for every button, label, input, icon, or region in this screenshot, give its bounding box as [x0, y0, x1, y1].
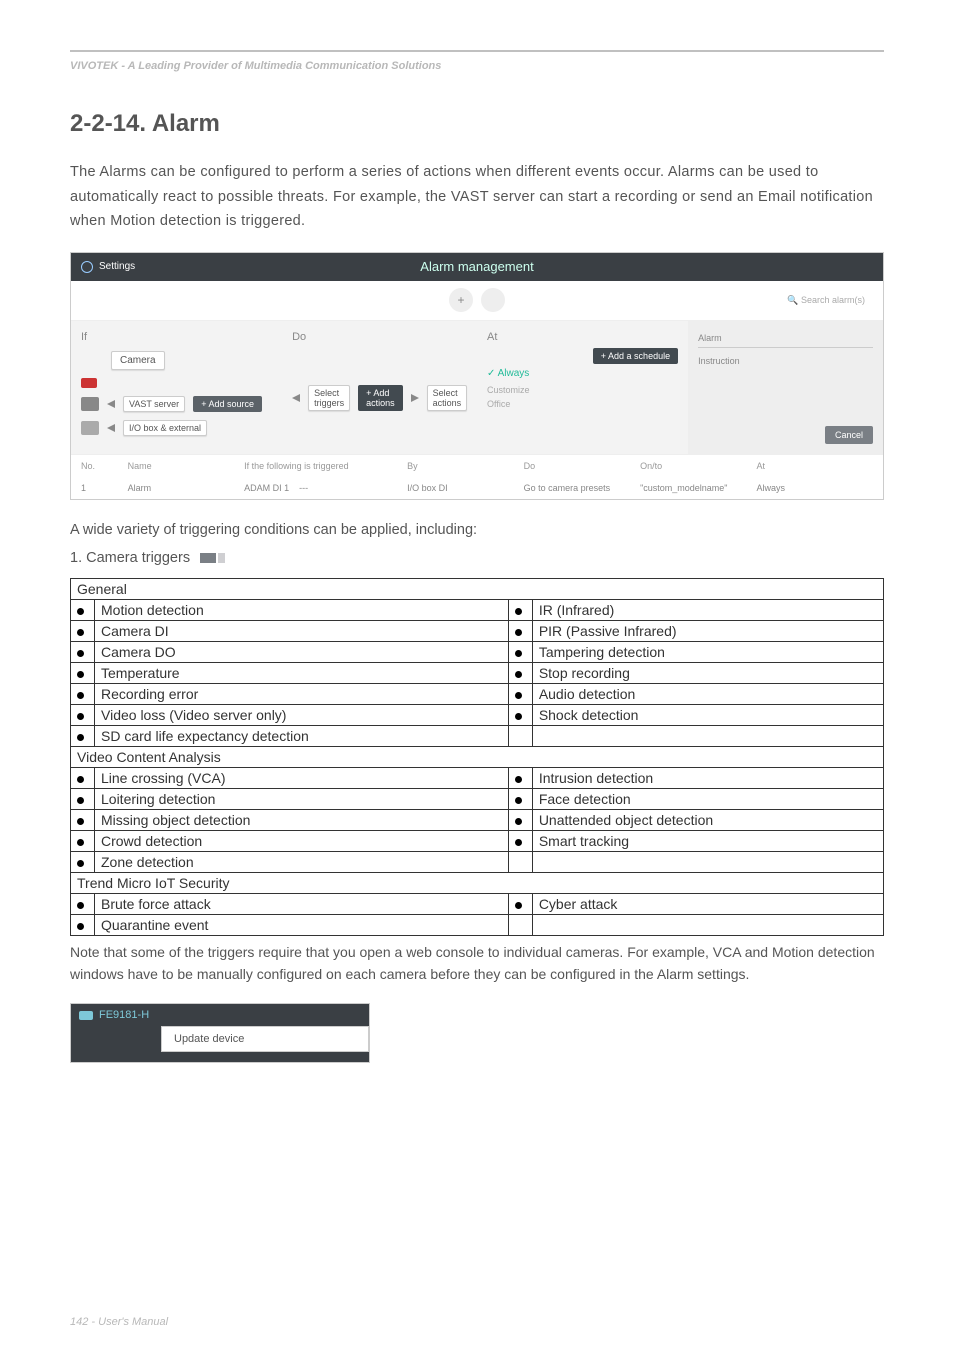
table-header-row: No. Name If the following is triggered B… [71, 455, 883, 477]
camera-callout: Camera [111, 351, 165, 370]
cancel-button[interactable]: Cancel [825, 426, 873, 444]
camera-icon [200, 551, 228, 565]
settings-label: Settings [99, 261, 135, 272]
alarm-management-screenshot: Settings Alarm management + 🔍 Search ala… [70, 252, 884, 500]
table-row: Camera DOTampering detection [71, 641, 884, 662]
subheading: A wide variety of triggering conditions … [70, 522, 884, 538]
add-source-button[interactable]: + Add source [193, 396, 262, 412]
arrow-icon [292, 394, 300, 402]
table-row: Zone detection [71, 851, 884, 872]
section-title: 2-2-14. Alarm [70, 110, 884, 138]
table-row: Recording errorAudio detection [71, 683, 884, 704]
iobox-icon[interactable] [81, 421, 99, 435]
triggers-table: General Motion detectionIR (Infrared)Cam… [70, 578, 884, 936]
select-triggers-callout: Select triggers [308, 385, 350, 411]
office-option[interactable]: Office [487, 399, 678, 409]
add-schedule-button[interactable]: + Add a schedule [593, 348, 678, 364]
iobox-callout: I/O box & external [123, 420, 207, 436]
always-option[interactable]: ✓ Always [487, 368, 678, 379]
if-column-header: If [81, 331, 272, 343]
arrow-icon [107, 424, 115, 432]
add-alarm-icon[interactable]: + [449, 288, 473, 312]
group-general: General [71, 578, 884, 599]
import-icon[interactable] [481, 288, 505, 312]
table-row: Crowd detectionSmart tracking [71, 830, 884, 851]
group-vca: Video Content Analysis [71, 746, 884, 767]
select-actions-callout: Select actions [427, 385, 468, 411]
arrow-icon [411, 394, 419, 402]
table-row: SD card life expectancy detection [71, 725, 884, 746]
table-row: Quarantine event [71, 914, 884, 935]
table-row: Video loss (Video server only)Shock dete… [71, 704, 884, 725]
search-input[interactable]: 🔍 Search alarm(s) [787, 295, 865, 306]
header-band: VIVOTEK - A Leading Provider of Multimed… [70, 52, 884, 92]
page-footer: 142 - User's Manual [70, 1316, 168, 1328]
alarm-label: Alarm [698, 331, 873, 345]
arrow-icon [107, 400, 115, 408]
customize-option[interactable]: Customize [487, 385, 678, 395]
screenshot-title: Alarm management [420, 259, 533, 274]
table-row: Motion detectionIR (Infrared) [71, 599, 884, 620]
table-row: Camera DIPIR (Passive Infrared) [71, 620, 884, 641]
camera-icon [79, 1011, 93, 1020]
group-iot: Trend Micro IoT Security [71, 872, 884, 893]
table-row: Line crossing (VCA)Intrusion detection [71, 767, 884, 788]
note-paragraph: Note that some of the triggers require t… [70, 942, 884, 985]
table-row: Brute force attackCyber attack [71, 893, 884, 914]
device-name[interactable]: FE9181-H [99, 1009, 149, 1021]
add-actions-button[interactable]: + Add actions [358, 385, 403, 411]
server-icon[interactable] [81, 397, 99, 411]
table-row: Loitering detectionFace detection [71, 788, 884, 809]
update-device-menu-item[interactable]: Update device [161, 1026, 369, 1052]
gear-icon [81, 261, 93, 273]
at-column-header: At [487, 331, 678, 343]
camera-icon[interactable] [81, 378, 97, 388]
table-row[interactable]: 1 Alarm ADAM DI 1 --- I/O box DI Go to c… [71, 477, 883, 499]
intro-paragraph: The Alarms can be configured to perform … [70, 160, 884, 234]
camera-triggers-label: 1. Camera triggers [70, 550, 884, 566]
context-menu-screenshot: FE9181-H Update device [70, 1003, 370, 1063]
vast-server-callout: VAST server [123, 396, 185, 412]
do-column-header: Do [292, 331, 467, 343]
table-row: Missing object detectionUnattended objec… [71, 809, 884, 830]
table-row: TemperatureStop recording [71, 662, 884, 683]
instruction-label: Instruction [698, 354, 873, 368]
